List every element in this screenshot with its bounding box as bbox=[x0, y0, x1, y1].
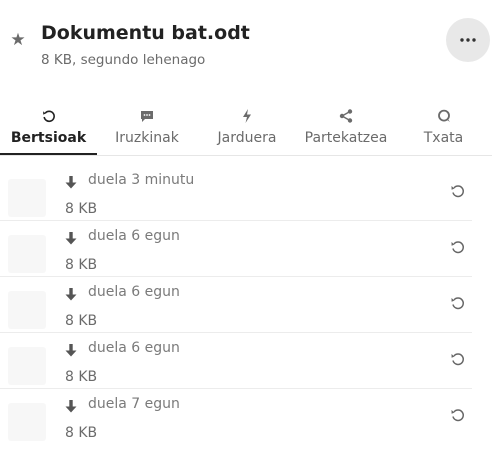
version-thumbnail bbox=[8, 291, 46, 329]
tab-activity[interactable]: Jarduera bbox=[197, 100, 297, 154]
version-thumbnail bbox=[8, 179, 46, 217]
version-size: 8 KB bbox=[65, 425, 98, 441]
chat-icon bbox=[437, 109, 450, 122]
version-thumbnail bbox=[8, 347, 46, 385]
tab-comments[interactable]: Iruzkinak bbox=[97, 100, 197, 154]
download-icon[interactable] bbox=[64, 175, 78, 191]
tab-sharing[interactable]: Partekatzea bbox=[297, 100, 395, 154]
version-row[interactable]: duela 6 egun 8 KB bbox=[0, 277, 472, 333]
download-icon[interactable] bbox=[64, 399, 78, 415]
ellipsis-icon bbox=[460, 38, 476, 42]
flash-icon bbox=[243, 109, 251, 123]
version-row[interactable]: duela 6 egun 8 KB bbox=[0, 221, 472, 277]
more-actions-button[interactable] bbox=[446, 18, 490, 62]
tab-chat[interactable]: Txata bbox=[395, 100, 492, 154]
tab-bar: Bertsioak Iruzkinak Jarduera Partekatzea… bbox=[0, 100, 492, 156]
restore-icon[interactable] bbox=[450, 239, 466, 255]
version-time: duela 7 egun bbox=[88, 396, 180, 412]
download-icon[interactable] bbox=[64, 343, 78, 359]
sidebar-panel: ★ Dokumentu bat.odt 8 KB, segundo lehena… bbox=[0, 0, 492, 468]
version-thumbnail bbox=[8, 235, 46, 273]
file-subtitle: 8 KB, segundo lehenago bbox=[41, 52, 206, 68]
history-icon bbox=[42, 110, 55, 123]
download-icon[interactable] bbox=[64, 287, 78, 303]
version-thumbnail bbox=[8, 403, 46, 441]
version-time: duela 6 egun bbox=[88, 340, 180, 356]
version-size: 8 KB bbox=[65, 313, 98, 329]
version-time: duela 3 minutu bbox=[88, 172, 195, 188]
tab-label: Bertsioak bbox=[10, 130, 87, 146]
version-row[interactable]: duela 7 egun 8 KB bbox=[0, 389, 472, 444]
restore-icon[interactable] bbox=[450, 295, 466, 311]
download-icon[interactable] bbox=[64, 231, 78, 247]
favorite-star-icon[interactable]: ★ bbox=[9, 31, 27, 49]
version-row[interactable]: duela 3 minutu 8 KB bbox=[0, 165, 472, 221]
tab-label: Partekatzea bbox=[304, 130, 388, 146]
tab-label: Txata bbox=[423, 130, 464, 146]
comment-icon bbox=[141, 110, 153, 122]
share-icon bbox=[339, 109, 353, 123]
version-time: duela 6 egun bbox=[88, 284, 180, 300]
tab-versions[interactable]: Bertsioak bbox=[0, 100, 97, 155]
restore-icon[interactable] bbox=[450, 351, 466, 367]
version-size: 8 KB bbox=[65, 201, 98, 217]
tab-label: Iruzkinak bbox=[115, 130, 179, 146]
version-size: 8 KB bbox=[65, 369, 98, 385]
version-size: 8 KB bbox=[65, 257, 98, 273]
restore-icon[interactable] bbox=[450, 183, 466, 199]
tab-label: Jarduera bbox=[217, 130, 277, 146]
version-row[interactable]: duela 6 egun 8 KB bbox=[0, 333, 472, 389]
file-title: Dokumentu bat.odt bbox=[41, 22, 250, 44]
version-time: duela 6 egun bbox=[88, 228, 180, 244]
restore-icon[interactable] bbox=[450, 407, 466, 423]
